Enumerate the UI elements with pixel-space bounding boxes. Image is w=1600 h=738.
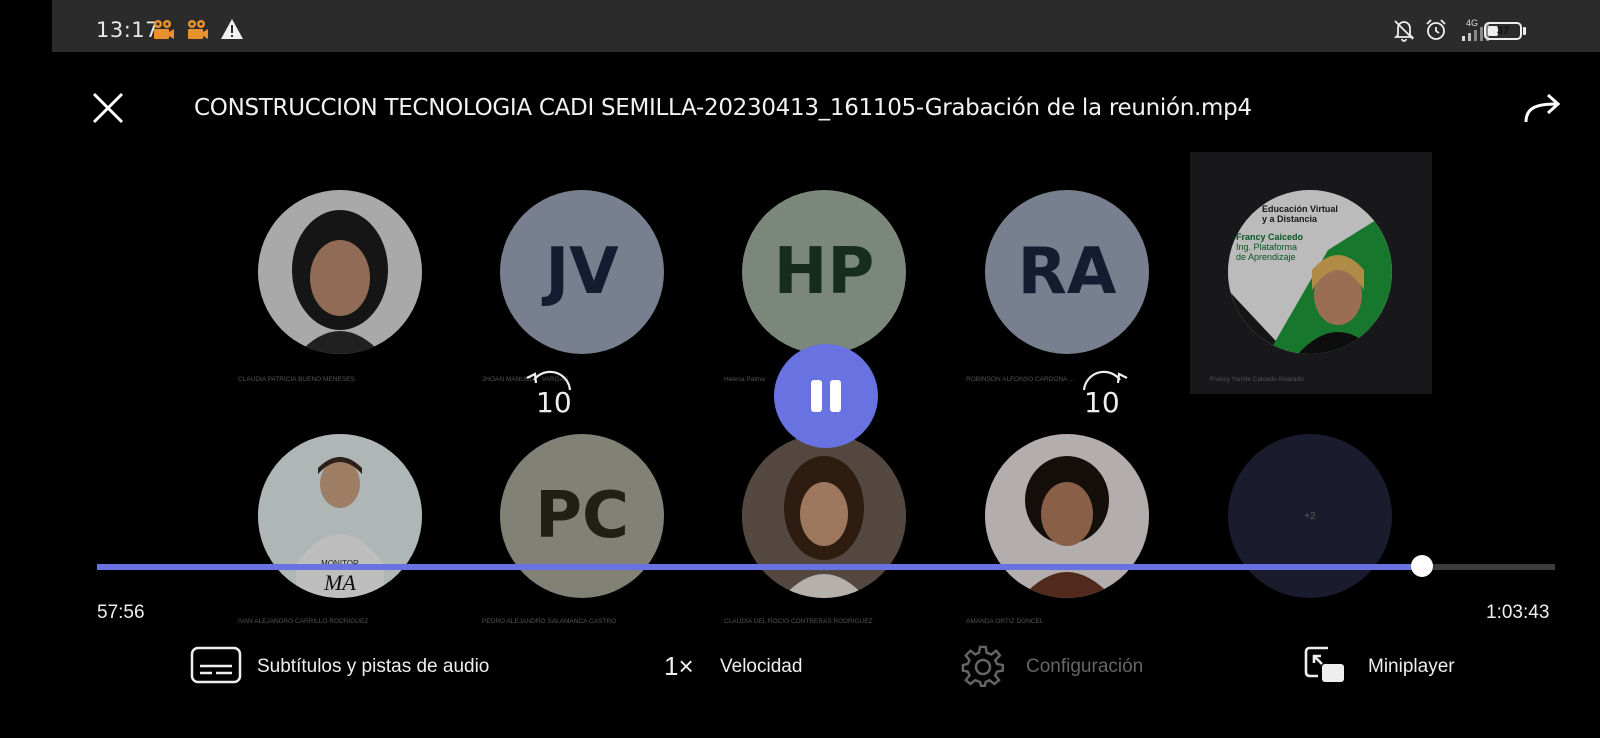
featured-participant-tile: Educación Virtual y a Distancia Francy C… (1190, 152, 1432, 394)
participant-initials: JV (545, 235, 619, 309)
rewind-seconds: 10 (536, 386, 572, 419)
participant-name: CLAUDIA DEL ROCIO CONTRERAS RODRIGUEZ (724, 618, 873, 625)
card-line-4: Ing. Plataforma (1236, 242, 1298, 252)
participant-initials: RA (1017, 235, 1117, 309)
card-line-3: Francy Caicedo (1236, 232, 1304, 242)
participant-name: CLAUDIA PATRICIA BUENO MENESES (238, 376, 355, 383)
participant-avatar: Educación Virtual y a Distancia Francy C… (1228, 190, 1392, 354)
rewind-10-button[interactable]: 10 (522, 368, 582, 420)
miniplayer-icon[interactable] (1304, 644, 1346, 684)
pause-button[interactable] (774, 344, 878, 448)
card-line-2: y a Distancia (1262, 214, 1318, 224)
participant-name: AMANDA ORTIZ DONCEL (966, 618, 1044, 625)
participant-avatar (985, 434, 1149, 598)
participant-name: PEDRO ALEJANDRO SALAMANCA CASTRO (482, 618, 617, 625)
participant-avatar (742, 434, 906, 598)
overflow-count: +2 (1304, 510, 1316, 522)
miniplayer-label[interactable]: Miniplayer (1368, 656, 1455, 678)
participant-avatar: RA (985, 190, 1149, 354)
participant-avatar: HP (742, 190, 906, 354)
person-photo: MONITOR MA (258, 434, 422, 598)
participant-name: IVAN ALEJANDRO CARRILLO RODRIGUEZ (238, 618, 369, 625)
participant-name: ROBINSON ALFONSO CARDONA ... (966, 376, 1075, 383)
card-line-5: de Aprendizaje (1236, 252, 1296, 262)
participant-avatar: JV (500, 190, 664, 354)
pause-icon (811, 380, 841, 412)
participant-initials: PC (535, 479, 629, 553)
participant-initials: HP (773, 235, 875, 309)
current-time: 57:56 (97, 602, 145, 623)
total-time: 1:03:43 (1486, 602, 1550, 623)
forward-seconds: 10 (1084, 386, 1120, 419)
subtitles-icon (190, 646, 242, 684)
svg-text:MA: MA (323, 570, 356, 595)
participant-avatar (258, 190, 422, 354)
participant-name: Francy Yamile Caicedo Alvarado (1210, 376, 1304, 383)
person-photo (985, 434, 1149, 598)
settings-icon (961, 645, 1004, 688)
participant-overflow: +2 (1228, 434, 1392, 598)
speed-value[interactable]: 1× (664, 651, 694, 682)
card-line-1: Educación Virtual (1262, 204, 1338, 214)
speed-label[interactable]: Velocidad (720, 656, 802, 678)
progress-fill (97, 564, 1423, 570)
participant-avatar: MONITOR MA (258, 434, 422, 598)
person-photo (258, 190, 422, 354)
forward-10-button[interactable]: 10 (1072, 368, 1132, 420)
participant-name: Helena Palma (724, 376, 765, 383)
subtitles-label[interactable]: Subtítulos y pistas de audio (257, 656, 489, 678)
participant-avatar: PC (500, 434, 664, 598)
settings-label: Configuración (1026, 656, 1144, 677)
person-photo (742, 434, 906, 598)
